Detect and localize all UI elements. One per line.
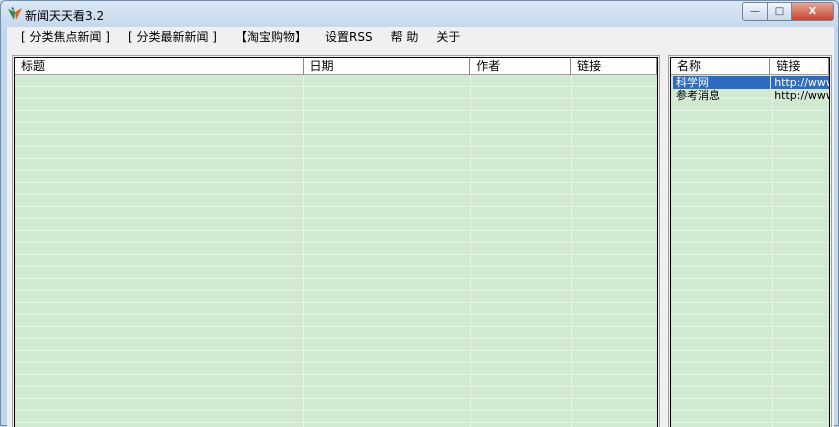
close-button[interactable]: X — [791, 2, 834, 21]
app-icon — [8, 7, 22, 20]
source-row[interactable]: 科学网 http://www — [671, 76, 829, 89]
app-window: 新闻天天看3.2 — □ X [ 分类焦点新闻 ] [ 分类最新新闻 ] 【淘宝… — [0, 0, 839, 427]
source-link: http://www — [771, 76, 829, 89]
column-title[interactable]: 标题 — [15, 58, 304, 75]
source-list[interactable]: 名称 链接 科学网 http://www 参考消息 http://www — [668, 55, 832, 427]
column-link[interactable]: 链接 — [770, 58, 829, 75]
menu-category-focus-news[interactable]: [ 分类焦点新闻 ] — [15, 29, 116, 47]
source-row[interactable]: 参考消息 http://www — [671, 89, 829, 102]
menu-about[interactable]: 关于 — [430, 29, 466, 47]
menu-settings-rss[interactable]: 设置RSS — [319, 29, 379, 47]
column-date[interactable]: 日期 — [304, 58, 471, 75]
column-author[interactable]: 作者 — [470, 58, 572, 75]
source-list-header: 名称 链接 — [671, 58, 829, 75]
maximize-button[interactable]: □ — [767, 2, 792, 21]
window-title: 新闻天天看3.2 — [25, 9, 105, 23]
minimize-button[interactable]: — — [742, 2, 768, 21]
title-bar[interactable]: 新闻天天看3.2 — □ X — [1, 1, 838, 27]
column-divider — [303, 75, 304, 427]
news-list[interactable]: 标题 日期 作者 链接 — [12, 55, 660, 427]
menu-help[interactable]: 帮 助 — [385, 29, 425, 47]
source-name: 参考消息 — [676, 89, 720, 102]
news-list-header: 标题 日期 作者 链接 — [15, 58, 657, 75]
source-name: 科学网 — [673, 76, 771, 89]
column-divider — [470, 75, 471, 427]
menu-bar: [ 分类焦点新闻 ] [ 分类最新新闻 ] 【淘宝购物】 设置RSS 帮 助 关… — [15, 29, 472, 47]
menu-category-latest-news[interactable]: [ 分类最新新闻 ] — [122, 29, 223, 47]
column-link[interactable]: 链接 — [571, 58, 657, 75]
column-divider — [772, 75, 773, 427]
client-area: [ 分类焦点新闻 ] [ 分类最新新闻 ] 【淘宝购物】 设置RSS 帮 助 关… — [7, 27, 834, 427]
column-name[interactable]: 名称 — [671, 58, 771, 75]
menu-taobao-shopping[interactable]: 【淘宝购物】 — [229, 29, 313, 47]
column-divider — [571, 75, 572, 427]
source-link: http://www — [774, 89, 829, 102]
